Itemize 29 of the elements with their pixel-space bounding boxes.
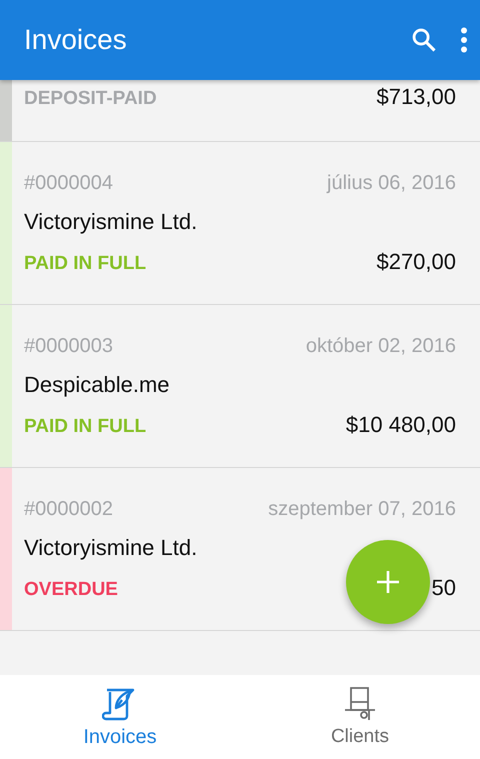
invoice-date: október 02, 2016 xyxy=(306,334,456,358)
invoice-date: szeptember 07, 2016 xyxy=(268,498,456,520)
client-name: Victoryismine Ltd. xyxy=(24,208,198,234)
nav-tab[interactable]: Clients xyxy=(240,675,480,759)
client-name: Despicable.me xyxy=(24,372,170,398)
invoice-date: július 06, 2016 xyxy=(327,172,456,194)
invoice-status: PAID IN FULL xyxy=(24,252,146,274)
invoice-card[interactable]: #0000004 július 06, 2016 Victoryismine Ltd. PAID IN FULL $270,00 xyxy=(0,142,480,305)
invoice-card[interactable]: #0000003 október 02, 2016 Despicable.me PAID IN FULL $10 480,00 xyxy=(0,305,480,468)
search-button[interactable] xyxy=(410,26,438,54)
client-name: Victoryismine Ltd. xyxy=(24,534,198,560)
more-icon xyxy=(460,27,468,53)
invoice-amount: $10 480,00 xyxy=(346,412,456,438)
invoice-amount: $270,00 xyxy=(376,248,456,274)
more-button[interactable] xyxy=(460,27,468,53)
plus-icon xyxy=(377,571,399,593)
invoice-amount: $713,00 xyxy=(376,84,456,110)
invoice-number: #0000004 xyxy=(24,172,113,194)
invoice-amount: 50 xyxy=(432,574,456,600)
invoice-number: #0000003 xyxy=(24,334,113,358)
invoice-status: DEPOSIT-PAID xyxy=(24,88,157,110)
search-icon xyxy=(410,26,438,54)
invoice-card[interactable]: DEPOSIT-PAID $713,00 xyxy=(0,80,480,142)
invoice-status: OVERDUE xyxy=(24,578,118,600)
app-title: Invoices xyxy=(24,24,128,56)
nav-tab[interactable]: Invoices xyxy=(0,675,240,759)
invoice-number: #0000002 xyxy=(24,498,113,520)
top-hat-icon xyxy=(344,686,376,722)
invoice-status: PAID IN FULL xyxy=(24,416,146,438)
